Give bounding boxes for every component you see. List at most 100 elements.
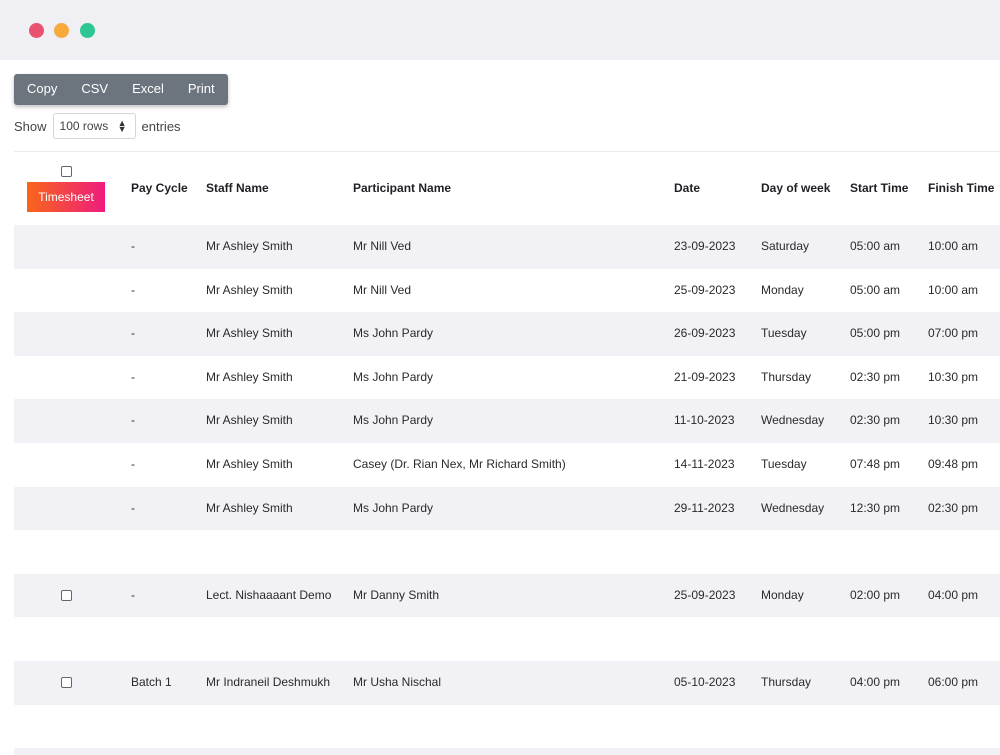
pay-cycle-cell: Batch 1 — [131, 674, 172, 689]
page-length-value: 100 rows — [59, 119, 109, 133]
pay-cycle-cell: - — [131, 587, 135, 602]
staff-name-cell: Lect. Nishaaaant Demo — [206, 587, 332, 602]
table-row: - Mr Ashley Smith Mr Nill Ved 23-09-2023 Sat… — [14, 225, 1000, 269]
finish-time-cell: 10:30 pm — [928, 369, 979, 384]
start-time-cell: 05:00 pm — [850, 326, 901, 341]
staff-name-cell: Mr Ashley Smith — [206, 500, 293, 515]
main-content: Copy CSV Excel Print Show 100 rows ▲ ▼ en… — [0, 60, 1000, 755]
pay-cycle-cell: - — [131, 369, 135, 384]
finish-time-cell: 04:00 pm — [928, 587, 979, 602]
staff-name-cell: Mr Ashley Smith — [206, 456, 293, 471]
window-titlebar — [0, 0, 1000, 60]
pay-cycle-cell: - — [131, 456, 135, 471]
page-length-control: Show 100 rows ▲ ▼ entries — [14, 113, 181, 139]
staff-name-cell: Mr Ashley Smith — [206, 326, 293, 341]
day-of-week-cell: Tuesday — [761, 326, 807, 341]
staff-name-cell: Mr Indraneil Deshmukh — [206, 674, 331, 689]
table-row — [14, 530, 1000, 574]
column-header-participant-name[interactable]: Participant Name — [353, 152, 451, 225]
table-row: - Mr Ashley Smith Ms John Pardy 26-09-2023 T… — [14, 312, 1000, 356]
start-time-cell: 02:30 pm — [850, 369, 901, 384]
column-header-finish-time[interactable]: Finish Time — [928, 152, 994, 225]
column-header-start-time[interactable]: Start Time — [850, 152, 908, 225]
table-row: - Mr Ashley Smith Casey (Dr. Rian Nex, Mr … — [14, 443, 1000, 487]
date-cell: 25-09-2023 — [674, 587, 736, 602]
table-row: - Mr Ashley Smith Ms John Pardy 21-09-2023 T… — [14, 356, 1000, 400]
row-checkbox[interactable] — [61, 676, 72, 688]
date-cell: 21-09-2023 — [674, 369, 736, 384]
date-cell: 23-09-2023 — [674, 239, 736, 253]
table-row: - Mr Ashley Smith Ms John Pardy 11-10-2023 W… — [14, 399, 1000, 443]
select-arrows-icon: ▲ ▼ — [117, 118, 127, 134]
day-of-week-cell: Saturday — [761, 239, 810, 253]
column-header-day-of-week[interactable]: Day of week — [761, 152, 830, 225]
column-header-date[interactable]: Date — [674, 152, 700, 225]
participant-name-cell: Ms John Pardy — [353, 413, 434, 428]
start-time-cell: 12:30 pm — [850, 500, 901, 515]
timesheet-button[interactable]: Timesheet — [27, 182, 105, 212]
date-cell: 11-10-2023 — [674, 413, 735, 428]
column-header-staff-name[interactable]: Staff Name — [206, 152, 269, 225]
start-time-cell: 02:30 pm — [850, 413, 901, 428]
finish-time-cell: 10:00 am — [928, 239, 979, 253]
day-of-week-cell: Monday — [761, 587, 804, 602]
day-of-week-cell: Thursday — [761, 369, 812, 384]
export-button-group: Copy CSV Excel Print — [14, 74, 228, 105]
day-of-week-cell: Wednesday — [761, 500, 825, 515]
maximize-window-icon[interactable] — [80, 23, 95, 38]
excel-button[interactable]: Excel — [120, 74, 176, 105]
column-header-pay-cycle[interactable]: Pay Cycle — [131, 152, 188, 225]
participant-name-cell: Ms John Pardy — [353, 326, 434, 341]
date-cell: 05-10-2023 — [674, 674, 736, 689]
date-cell: 29-11-2023 — [674, 500, 735, 515]
participant-name-cell: Ms John Pardy — [353, 369, 434, 384]
pay-cycle-cell: - — [131, 413, 135, 428]
participant-name-cell: Mr Nill Ved — [353, 239, 412, 253]
pay-cycle-cell: - — [131, 500, 135, 515]
start-time-cell: 05:00 am — [850, 239, 901, 253]
table-header: Timesheet Pay Cycle Staff Name Participa… — [14, 152, 1000, 225]
participant-name-cell: Mr Danny Smith — [353, 587, 440, 602]
copy-button[interactable]: Copy — [14, 74, 69, 105]
table-row: Batch 1 Mr Indraneil Deshmukh Mr Usha Nisc… — [14, 660, 1000, 705]
date-cell: 14-11-2023 — [674, 456, 735, 471]
date-cell: 26-09-2023 — [674, 326, 736, 341]
page-length-select[interactable]: 100 rows ▲ ▼ — [52, 113, 136, 139]
finish-time-cell: 02:30 pm — [928, 500, 979, 515]
start-time-cell: 05:00 am — [850, 282, 901, 297]
start-time-cell: 02:00 pm — [850, 587, 901, 602]
table-row: - Lect. Nishaaaant Demo Mr Danny Smith 25-0… — [14, 573, 1000, 618]
staff-name-cell: Mr Ashley Smith — [206, 239, 293, 253]
row-checkbox[interactable] — [61, 589, 72, 601]
table-row: - Mr Ashley Smith Ms John Pardy 29-11-2023 W… — [14, 486, 1000, 531]
staff-name-cell: Mr Ashley Smith — [206, 282, 293, 297]
finish-time-cell: 07:00 pm — [928, 326, 979, 341]
day-of-week-cell: Monday — [761, 282, 804, 297]
pay-cycle-cell: - — [131, 239, 135, 253]
participant-name-cell: Mr Usha Nischal — [353, 674, 442, 689]
start-time-cell: 07:48 pm — [850, 456, 901, 471]
pay-cycle-cell: - — [131, 282, 135, 297]
finish-time-cell: 06:00 pm — [928, 674, 979, 689]
pay-cycle-cell: - — [131, 326, 135, 341]
staff-name-cell: Mr Ashley Smith — [206, 369, 293, 384]
day-of-week-cell: Tuesday — [761, 456, 807, 471]
participant-name-cell: Ms John Pardy — [353, 500, 434, 515]
staff-name-cell: Mr Ashley Smith — [206, 413, 293, 428]
table-row — [14, 705, 1000, 749]
close-window-icon[interactable] — [29, 23, 44, 38]
csv-button[interactable]: CSV — [69, 74, 120, 105]
day-of-week-cell: Wednesday — [761, 413, 825, 428]
finish-time-cell: 10:30 pm — [928, 413, 979, 428]
table-row — [14, 617, 1000, 661]
finish-time-cell: 09:48 pm — [928, 456, 979, 471]
show-label: Show — [14, 118, 47, 134]
minimize-window-icon[interactable] — [54, 23, 69, 38]
finish-time-cell: 10:00 am — [928, 282, 979, 297]
day-of-week-cell: Thursday — [761, 674, 812, 689]
select-all-checkbox[interactable] — [61, 166, 72, 177]
print-button[interactable]: Print — [176, 74, 228, 105]
start-time-cell: 04:00 pm — [850, 674, 901, 689]
table-body: - Mr Ashley Smith Mr Nill Ved 23-09-2023 Sat… — [14, 225, 1000, 755]
participant-name-cell: Casey (Dr. Rian Nex, Mr Richard Smith) — [353, 456, 566, 471]
